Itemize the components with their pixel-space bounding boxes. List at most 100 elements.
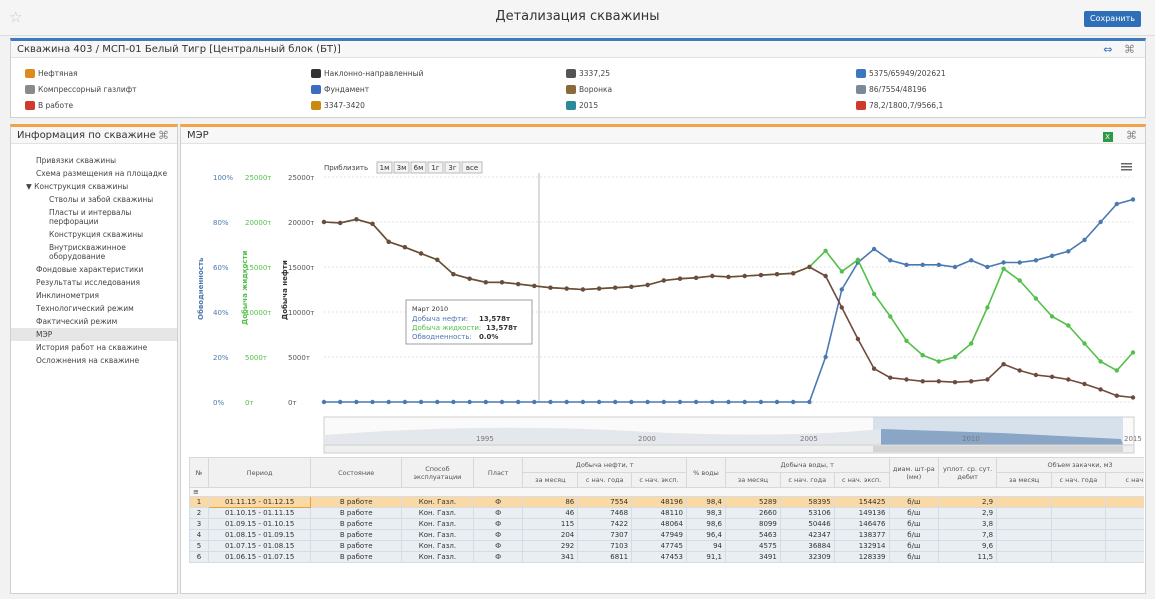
data-point-oil[interactable] xyxy=(888,375,893,380)
table-row[interactable]: 1 01.11.15 - 01.12.15 В работе Кон. Газл. Ф 8… xyxy=(189,496,1144,508)
table-row[interactable]: 6 01.06.15 - 01.07.15 В работе Кон. Газл. Ф 3… xyxy=(189,551,1144,563)
data-point-oil[interactable] xyxy=(904,377,909,382)
data-point-oil[interactable] xyxy=(451,272,456,277)
sidebar-item[interactable]: Схема размещения на площадке xyxy=(11,167,177,180)
data-point-watercut[interactable] xyxy=(483,399,488,405)
data-point-oil[interactable] xyxy=(338,220,343,226)
data-point-oil[interactable] xyxy=(710,273,715,279)
data-point-liquid[interactable] xyxy=(985,305,990,310)
data-point-oil[interactable] xyxy=(1130,395,1136,400)
sidebar-pin-icon[interactable]: ⌘ xyxy=(158,129,169,142)
data-point-oil[interactable] xyxy=(516,281,521,287)
data-point-watercut[interactable] xyxy=(1049,253,1055,258)
col-water-total[interactable]: с нач. эксп. xyxy=(833,472,890,488)
data-point-watercut[interactable] xyxy=(888,258,893,263)
data-point-watercut[interactable] xyxy=(548,399,553,405)
data-point-watercut[interactable] xyxy=(969,258,974,263)
data-point-oil[interactable] xyxy=(742,273,747,279)
data-point-oil[interactable] xyxy=(321,219,327,225)
col-status[interactable]: Состояние xyxy=(310,457,403,488)
data-point-oil[interactable] xyxy=(661,278,666,283)
data-point-oil[interactable] xyxy=(855,336,861,342)
col-diameter[interactable]: диам. шт-ра (мм) xyxy=(888,457,940,488)
data-point-liquid[interactable] xyxy=(1033,296,1039,301)
table-row[interactable]: 4 01.08.15 - 01.09.15 В работе Кон. Газл. Ф 2… xyxy=(189,529,1144,541)
table-row[interactable]: 3 01.09.15 - 01.10.15 В работе Кон. Газл. Ф 1… xyxy=(189,518,1144,530)
data-point-watercut[interactable] xyxy=(1001,260,1006,265)
data-point-watercut[interactable] xyxy=(629,399,634,405)
data-point-watercut[interactable] xyxy=(467,399,472,405)
data-point-watercut[interactable] xyxy=(1066,249,1071,254)
data-point-oil[interactable] xyxy=(1049,374,1055,379)
data-point-watercut[interactable] xyxy=(613,399,618,405)
data-point-oil[interactable] xyxy=(774,272,780,277)
data-point-oil[interactable] xyxy=(596,286,602,291)
data-point-liquid[interactable] xyxy=(1001,266,1006,271)
data-point-watercut[interactable] xyxy=(370,399,375,405)
sidebar-item[interactable]: МЭР xyxy=(11,328,177,341)
data-point-watercut[interactable] xyxy=(823,354,828,360)
data-point-watercut[interactable] xyxy=(1114,201,1119,207)
col-water-month[interactable]: за месяц xyxy=(724,472,781,488)
sidebar-item[interactable]: Стволы и забой скважины xyxy=(11,193,177,206)
data-point-watercut[interactable] xyxy=(1098,219,1103,225)
data-point-oil[interactable] xyxy=(1082,381,1087,387)
data-point-watercut[interactable] xyxy=(1130,197,1136,202)
sidebar-item[interactable]: Результаты исследования xyxy=(11,276,177,289)
data-point-liquid[interactable] xyxy=(823,248,828,253)
table-row[interactable]: 2 01.10.15 - 01.11.15 В работе Кон. Газл. Ф 4… xyxy=(189,507,1144,519)
mer-pin-icon[interactable]: ⌘ xyxy=(1126,129,1137,142)
data-point-oil[interactable] xyxy=(613,285,618,290)
sidebar-item[interactable]: ▼ Конструкция скважины xyxy=(11,180,177,193)
data-point-watercut[interactable] xyxy=(807,399,812,405)
data-point-watercut[interactable] xyxy=(596,399,602,405)
data-point-oil[interactable] xyxy=(370,221,375,226)
data-point-oil[interactable] xyxy=(1114,393,1119,398)
data-point-liquid[interactable] xyxy=(839,269,844,274)
data-point-oil[interactable] xyxy=(418,251,424,256)
data-point-watercut[interactable] xyxy=(952,264,958,270)
sidebar-item[interactable]: Фондовые характеристики xyxy=(11,263,177,276)
data-point-liquid[interactable] xyxy=(1082,341,1087,346)
data-point-watercut[interactable] xyxy=(677,399,683,405)
sidebar-item[interactable]: Осложнения на скважине xyxy=(11,354,177,367)
col-period[interactable]: Период xyxy=(207,457,312,488)
sidebar-item[interactable]: Инклинометрия xyxy=(11,289,177,302)
col-oil-month[interactable]: за месяц xyxy=(522,472,579,488)
data-point-watercut[interactable] xyxy=(564,399,569,405)
data-point-liquid[interactable] xyxy=(871,291,877,297)
data-point-oil[interactable] xyxy=(580,287,586,292)
data-point-oil[interactable] xyxy=(1017,368,1022,373)
data-point-oil[interactable] xyxy=(1098,387,1103,392)
sidebar-item[interactable]: Внутрискважинное оборудование xyxy=(11,241,177,263)
data-point-watercut[interactable] xyxy=(435,399,440,405)
data-point-oil[interactable] xyxy=(693,275,699,280)
chart-menu-icon[interactable] xyxy=(1121,169,1132,171)
data-point-oil[interactable] xyxy=(952,380,958,385)
data-point-oil[interactable] xyxy=(483,280,488,285)
col-density[interactable]: уплот. ср. сут. дебит xyxy=(938,457,998,488)
data-point-oil[interactable] xyxy=(467,276,472,281)
data-point-liquid[interactable] xyxy=(1130,350,1136,355)
data-point-oil[interactable] xyxy=(386,239,391,244)
data-point-oil[interactable] xyxy=(499,280,505,285)
data-point-watercut[interactable] xyxy=(532,399,537,405)
data-point-watercut[interactable] xyxy=(354,399,359,405)
data-point-liquid[interactable] xyxy=(888,314,893,319)
data-point-oil[interactable] xyxy=(564,286,569,291)
data-point-liquid[interactable] xyxy=(1049,314,1055,319)
data-point-liquid[interactable] xyxy=(1017,278,1022,283)
data-point-watercut[interactable] xyxy=(693,399,699,405)
excel-export-icon[interactable]: X xyxy=(1102,132,1113,142)
data-point-watercut[interactable] xyxy=(386,399,391,405)
data-point-watercut[interactable] xyxy=(418,399,424,405)
data-point-watercut[interactable] xyxy=(645,399,650,405)
col-formation[interactable]: Пласт xyxy=(472,457,524,488)
data-point-watercut[interactable] xyxy=(936,262,941,267)
data-point-watercut[interactable] xyxy=(920,262,925,267)
data-point-oil[interactable] xyxy=(354,217,359,222)
data-point-liquid[interactable] xyxy=(1066,323,1071,328)
data-point-oil[interactable] xyxy=(726,274,731,280)
data-point-liquid[interactable] xyxy=(904,338,909,343)
collapse-icon[interactable]: ⇔ xyxy=(1103,43,1112,56)
